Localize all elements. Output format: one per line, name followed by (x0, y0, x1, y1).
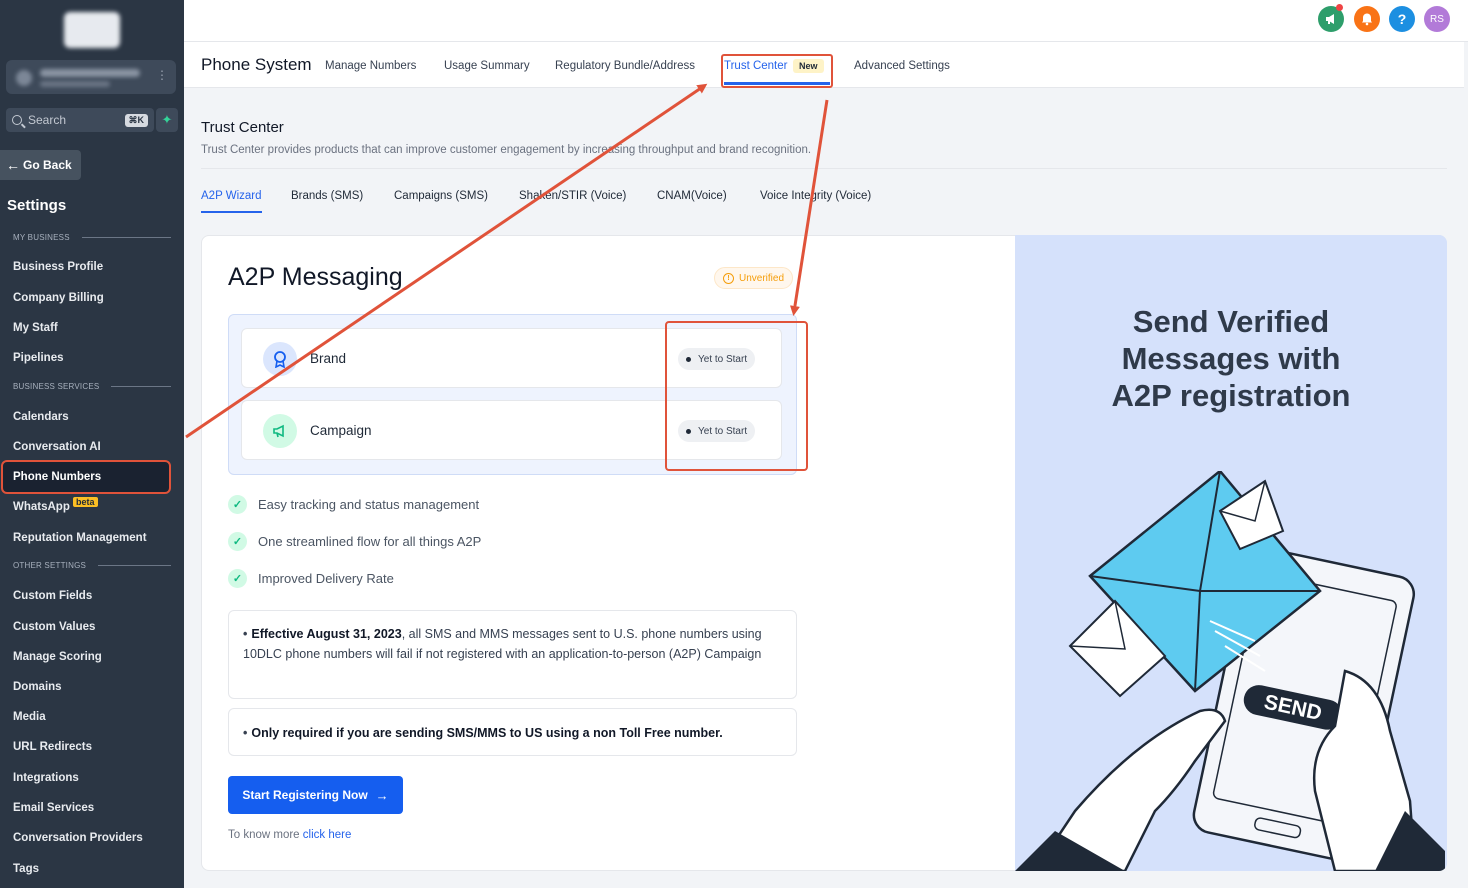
tab-usage-summary[interactable]: Usage Summary (444, 60, 530, 72)
cta-label: Start Registering Now (242, 788, 368, 802)
sidebar-item-business-profile[interactable]: Business Profile (13, 261, 103, 273)
promo-panel: Send Verified Messages with A2P registra… (1015, 235, 1447, 871)
tab-a2p-wizard[interactable]: A2P Wizard (201, 190, 262, 202)
sidebar-item-manage-scoring[interactable]: Manage Scoring (13, 651, 102, 663)
tab-advanced-settings[interactable]: Advanced Settings (854, 60, 950, 72)
badge-icon (263, 342, 297, 376)
step-campaign-label: Campaign (310, 423, 372, 438)
sidebar-item-tags[interactable]: Tags (13, 863, 39, 875)
check-icon: ✓ (228, 569, 247, 588)
sidebar-item-custom-fields[interactable]: Custom Fields (13, 590, 92, 602)
check-icon: ✓ (228, 495, 247, 514)
feature-item: ✓ One streamlined flow for all things A2P (228, 532, 481, 551)
sidebar-item-company-billing[interactable]: Company Billing (13, 292, 104, 304)
notification-dot (1336, 4, 1343, 11)
phone-system-nav: Phone System Manage Numbers Usage Summar… (184, 42, 1464, 88)
account-switcher[interactable]: ⋮ (6, 60, 176, 94)
whatsapp-beta-badge: beta (73, 497, 98, 507)
tab-cnam[interactable]: CNAM(Voice) (657, 190, 727, 202)
go-back-label: Go Back (23, 158, 72, 172)
annotation-box-trust-center (721, 54, 833, 88)
tab-voice-integrity[interactable]: Voice Integrity (Voice) (760, 190, 871, 202)
info-circle-icon: ! (723, 272, 734, 284)
sidebar-item-custom-values[interactable]: Custom Values (13, 621, 95, 633)
search-shortcut: ⌘K (124, 113, 148, 127)
sidebar-item-pipelines[interactable]: Pipelines (13, 352, 64, 364)
arrow-left-icon: ← (6, 157, 20, 173)
divider (201, 168, 1447, 169)
switcher-dots-icon: ⋮ (156, 68, 168, 82)
start-registering-button[interactable]: Start Registering Now → (228, 776, 403, 814)
verification-status-badge: ! Unverified (714, 267, 794, 289)
sidebar-item-email-services[interactable]: Email Services (13, 802, 94, 814)
quick-actions-button[interactable]: ✦ (156, 108, 178, 132)
tab-manage-numbers[interactable]: Manage Numbers (325, 60, 416, 72)
tab-brands-sms[interactable]: Brands (SMS) (291, 190, 363, 202)
learn-more-text: To know more click here (228, 829, 352, 841)
click-here-link[interactable]: click here (303, 829, 352, 841)
sidebar-item-integrations[interactable]: Integrations (13, 772, 79, 784)
sidebar-item-my-staff[interactable]: My Staff (13, 322, 58, 334)
sidebar-item-media[interactable]: Media (13, 711, 46, 723)
megaphone-icon (263, 414, 297, 448)
tab-campaigns-sms[interactable]: Campaigns (SMS) (394, 190, 488, 202)
notifications-button[interactable] (1354, 6, 1380, 32)
sidebar-item-whatsapp[interactable]: WhatsApp (13, 501, 70, 513)
account-location-blurred (40, 81, 110, 87)
bolt-icon: ✦ (161, 112, 173, 127)
settings-title: Settings (7, 197, 67, 214)
trust-center-title: Trust Center (201, 119, 284, 136)
help-button[interactable]: ? (1389, 6, 1415, 32)
sidebar-item-conversation-providers[interactable]: Conversation Providers (13, 832, 143, 844)
a2p-title: A2P Messaging (228, 263, 403, 291)
settings-sidebar: ⋮ Search ⌘K ✦ ← Go Back Settings MY BUSI… (0, 0, 184, 888)
account-avatar (16, 70, 32, 86)
account-name-blurred (40, 69, 140, 77)
help-icon: ? (1397, 11, 1407, 27)
megaphone-icon (1326, 14, 1334, 24)
compliance-notice: • Effective August 31, 2023, all SMS and … (228, 610, 797, 699)
sidebar-item-calendars[interactable]: Calendars (13, 411, 69, 423)
sidebar-item-url-redirects[interactable]: URL Redirects (13, 741, 92, 753)
page-title: Phone System (201, 55, 312, 74)
sidebar-item-domains[interactable]: Domains (13, 681, 62, 693)
tab-shaken-stir[interactable]: Shaken/STIR (Voice) (519, 190, 626, 202)
feature-item: ✓ Easy tracking and status management (228, 495, 479, 514)
sidebar-item-reputation-management[interactable]: Reputation Management (13, 532, 147, 544)
search-placeholder: Search (28, 113, 67, 127)
section-other-settings: OTHER SETTINGS (13, 561, 171, 570)
arrow-right-icon: → (375, 787, 389, 803)
annotation-box-status (665, 321, 808, 471)
user-avatar[interactable]: RS (1424, 6, 1450, 32)
subtab-underline (201, 211, 262, 213)
search-icon (12, 115, 22, 125)
section-my-business: MY BUSINESS (13, 233, 171, 242)
bell-icon (1362, 13, 1372, 26)
company-logo (64, 12, 120, 48)
check-icon: ✓ (228, 532, 247, 551)
section-business-services: BUSINESS SERVICES (13, 382, 171, 391)
step-brand-label: Brand (310, 351, 347, 366)
requirement-notice: • Only required if you are sending SMS/MM… (228, 708, 797, 756)
top-bar (184, 0, 1468, 42)
sidebar-item-phone-numbers[interactable]: Phone Numbers (13, 471, 101, 483)
avatar-initials: RS (1430, 13, 1444, 25)
go-back-button[interactable]: ← Go Back (0, 150, 81, 180)
send-illustration: SEND (1015, 471, 1445, 871)
promo-title: Send Verified Messages with A2P registra… (1111, 304, 1351, 413)
feature-item: ✓ Improved Delivery Rate (228, 569, 394, 588)
tab-regulatory-bundle[interactable]: Regulatory Bundle/Address (555, 60, 695, 72)
trust-center-description: Trust Center provides products that can … (201, 144, 812, 156)
sidebar-item-conversation-ai[interactable]: Conversation AI (13, 441, 101, 453)
sidebar-search[interactable]: Search ⌘K (6, 108, 154, 132)
